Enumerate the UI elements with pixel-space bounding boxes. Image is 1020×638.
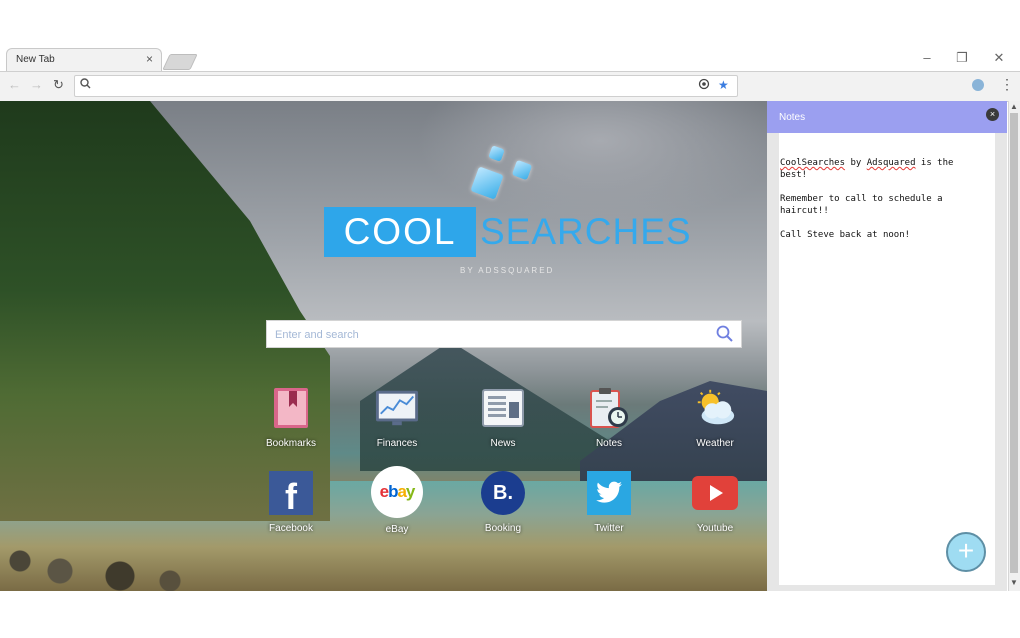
location-target-icon[interactable] xyxy=(698,78,710,93)
search-icon[interactable] xyxy=(715,324,735,344)
youtube-icon xyxy=(691,471,739,515)
scrollbar-thumb[interactable] xyxy=(1010,113,1018,573)
background-forest-cliff xyxy=(0,101,330,521)
tile-news[interactable]: News xyxy=(455,386,551,449)
logo-searches: SEARCHES xyxy=(480,211,692,252)
notes-close-icon[interactable]: × xyxy=(986,108,999,121)
search-input[interactable] xyxy=(273,325,707,345)
ebay-icon: ebay xyxy=(371,466,423,518)
twitter-icon xyxy=(587,471,631,515)
omnibox-search-icon xyxy=(80,78,91,92)
forward-arrow-icon[interactable]: → xyxy=(30,77,43,92)
tile-label: Twitter xyxy=(594,523,624,534)
tile-label: eBay xyxy=(385,524,409,535)
sun-cloud-icon xyxy=(693,386,737,430)
scroll-up-icon[interactable]: ▲ xyxy=(1010,102,1018,111)
browser-menu-icon[interactable]: ⋮ xyxy=(1000,76,1014,93)
tile-youtube[interactable]: Youtube xyxy=(667,471,763,534)
facebook-icon: f xyxy=(269,471,313,517)
background-rocks xyxy=(0,531,220,591)
notes-title: Notes xyxy=(779,112,806,123)
logo-cool: COOL xyxy=(324,207,476,257)
logo-byline: BY ADSSQUARED xyxy=(460,266,555,275)
tile-label: Facebook xyxy=(269,523,313,534)
tile-label: Booking xyxy=(484,523,522,534)
tile-label: Bookmarks xyxy=(265,438,316,449)
notes-textarea[interactable]: CoolSearches by Adsquared is the best! R… xyxy=(779,133,995,585)
tile-label: Finances xyxy=(376,438,418,449)
chart-monitor-icon xyxy=(375,386,419,430)
tile-facebook[interactable]: f Facebook xyxy=(243,471,339,534)
note-line-3: Call Steve back at noon! xyxy=(780,230,911,240)
tile-finances[interactable]: Finances xyxy=(349,386,445,449)
tile-booking[interactable]: B. Booking xyxy=(455,471,551,534)
address-bar[interactable] xyxy=(74,75,738,97)
tile-label: Youtube xyxy=(696,523,734,534)
back-arrow-icon[interactable]: ← xyxy=(8,77,21,92)
note-line-1: CoolSearches by Adsquared is the best! xyxy=(780,158,954,180)
scroll-down-icon[interactable]: ▼ xyxy=(1010,578,1018,587)
clipboard-clock-icon xyxy=(587,386,631,430)
add-note-button[interactable]: + xyxy=(946,532,986,572)
tile-twitter[interactable]: Twitter xyxy=(561,471,657,534)
newspaper-icon xyxy=(481,386,525,430)
close-window-button[interactable]: ✕ xyxy=(990,50,1008,66)
minimize-button[interactable]: – xyxy=(918,50,936,65)
tile-weather[interactable]: Weather xyxy=(667,386,763,449)
tile-label: News xyxy=(490,438,516,449)
booking-icon: B. xyxy=(481,471,525,515)
tile-label: Notes xyxy=(595,438,623,449)
search-box xyxy=(266,320,742,348)
tile-label: Weather xyxy=(696,438,734,449)
bookmark-book-icon xyxy=(269,386,313,430)
tab-close-icon[interactable]: × xyxy=(146,52,153,66)
note-line-2: Remember to call to schedule a haircut!! xyxy=(780,194,943,216)
tile-notes[interactable]: Notes xyxy=(561,386,657,449)
tile-bookmarks[interactable]: Bookmarks xyxy=(243,386,339,449)
bookmark-star-icon[interactable]: ★ xyxy=(718,78,729,92)
profile-avatar-icon[interactable] xyxy=(972,79,984,91)
tab-title: New Tab xyxy=(16,54,55,65)
restore-button[interactable]: ❐ xyxy=(953,50,971,66)
reload-icon[interactable]: ↻ xyxy=(53,77,64,93)
tile-ebay[interactable]: ebay eBay xyxy=(349,466,445,535)
